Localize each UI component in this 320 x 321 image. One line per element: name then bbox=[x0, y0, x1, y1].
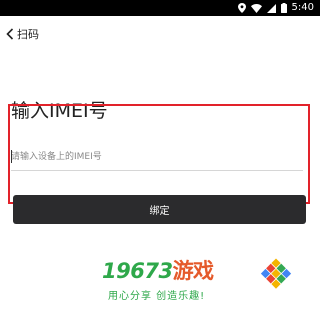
chevron-left-icon bbox=[6, 28, 14, 40]
watermark-brand-word: 游戏 bbox=[172, 259, 215, 283]
watermark-slogan: 用心分享 创造乐趣! bbox=[108, 291, 206, 302]
status-icons: 5:40 bbox=[237, 2, 314, 14]
watermark: 19673游戏 用心分享 创造乐趣! bbox=[102, 253, 318, 313]
back-button[interactable]: 扫码 bbox=[6, 25, 39, 43]
wifi-icon bbox=[250, 3, 262, 13]
back-label: 扫码 bbox=[17, 28, 39, 41]
bind-button[interactable]: 绑定 bbox=[13, 195, 306, 224]
highlight-frame bbox=[8, 104, 310, 204]
app-bar: 扫码 bbox=[0, 16, 320, 52]
cube-logo-icon bbox=[260, 258, 292, 289]
status-bar: 5:40 bbox=[0, 0, 320, 16]
status-time: 5:40 bbox=[291, 2, 314, 13]
battery-icon bbox=[280, 3, 287, 13]
watermark-brand-number: 19673 bbox=[102, 259, 173, 283]
signal-icon bbox=[266, 3, 276, 13]
location-icon bbox=[237, 3, 246, 13]
watermark-brand: 19673游戏 bbox=[102, 255, 214, 285]
